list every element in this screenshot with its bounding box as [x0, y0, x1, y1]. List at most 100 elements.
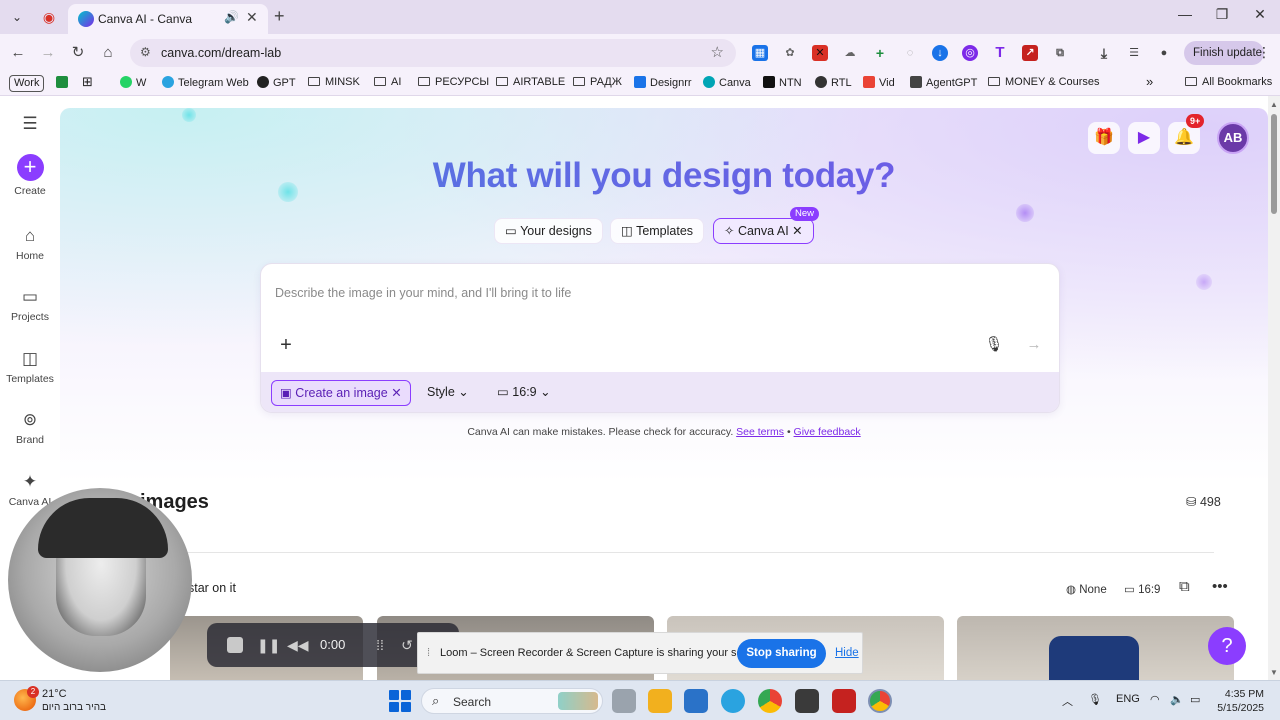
help-button[interactable]: ?: [1208, 627, 1246, 665]
sidebar-item-home[interactable]: ⌂ Home: [0, 226, 60, 262]
url-text[interactable]: canva.com/dream-lab: [161, 46, 281, 60]
more-options-icon[interactable]: •••: [1212, 578, 1228, 595]
new-tab-icon[interactable]: +: [274, 6, 285, 27]
weather-temperature[interactable]: 21°C: [42, 688, 67, 700]
home-browser-icon[interactable]: ⌂: [98, 43, 118, 63]
prompt-input[interactable]: [275, 286, 975, 300]
bookmark-ntn[interactable]: NTN: [763, 76, 802, 89]
close-chip-icon[interactable]: ✕: [391, 386, 401, 400]
extension-icon[interactable]: +: [872, 45, 888, 61]
page-scrollbar[interactable]: ▲ ▼: [1268, 96, 1280, 680]
menu-icon[interactable]: ☰: [0, 114, 60, 138]
close-window-icon[interactable]: ✕: [1245, 6, 1275, 23]
close-tab-icon[interactable]: ✕: [246, 9, 258, 26]
speaker-icon[interactable]: 🔊: [224, 10, 239, 24]
reload-icon[interactable]: ↻: [68, 43, 88, 63]
bookmark-w[interactable]: W: [120, 76, 146, 89]
gift-icon[interactable]: 🎁: [1088, 122, 1120, 154]
tab-templates[interactable]: ◫ Templates: [610, 218, 705, 244]
browser-menu-icon[interactable]: ⋮: [1257, 44, 1271, 61]
stop-recording-icon[interactable]: [227, 637, 243, 653]
drag-handle-icon[interactable]: ⁞: [427, 647, 430, 659]
address-bar[interactable]: ⚙ canva.com/dream-lab ☆: [130, 39, 736, 67]
telegram-icon[interactable]: [721, 689, 745, 713]
microphone-tray-icon[interactable]: 🎙: [1088, 693, 1102, 706]
taskbar-search[interactable]: ⌕ Search: [421, 688, 603, 714]
play-icon[interactable]: ▶: [1128, 122, 1160, 154]
aspect-ratio-dropdown[interactable]: ▭ 16:9 ⌄: [489, 380, 559, 406]
bookmark-telegram[interactable]: Telegram Web: [162, 76, 249, 89]
pause-icon[interactable]: ❚❚: [257, 635, 280, 655]
create-image-chip[interactable]: ▣ Create an image ✕: [271, 380, 411, 406]
extension-icon[interactable]: ✿: [782, 45, 798, 61]
microphone-icon[interactable]: 🎙: [979, 330, 1009, 360]
site-info-icon[interactable]: ⚙: [140, 45, 151, 59]
restart-icon[interactable]: ↺: [397, 635, 417, 655]
tab-search-list-icon[interactable]: ☰: [1126, 45, 1142, 61]
maximize-icon[interactable]: ❐: [1207, 6, 1237, 23]
tab-canva-ai[interactable]: ✧ Canva AI ✕: [713, 218, 814, 244]
copy-icon[interactable]: ⧉: [1179, 578, 1190, 595]
task-view-icon[interactable]: [612, 689, 636, 713]
bookmark-vid[interactable]: Vid: [863, 76, 895, 89]
app-icon[interactable]: [795, 689, 819, 713]
bookmark-work[interactable]: Work: [9, 75, 45, 92]
chrome-icon[interactable]: [758, 689, 782, 713]
windows-start-icon[interactable]: [389, 690, 411, 712]
system-clock[interactable]: 4:35 PM 5/15/2025: [1216, 687, 1264, 715]
scrollbar-thumb[interactable]: [1271, 114, 1277, 214]
extension-icon[interactable]: ▦: [752, 45, 768, 61]
bookmark-resources[interactable]: РЕСУРСЫ: [418, 76, 489, 88]
scroll-up-icon[interactable]: ▲: [1270, 100, 1278, 109]
add-attachment-icon[interactable]: +: [271, 330, 301, 360]
close-tab-icon[interactable]: ✕: [792, 224, 802, 238]
see-terms-link[interactable]: See terms: [736, 426, 784, 438]
minimize-icon[interactable]: —: [1170, 6, 1200, 22]
tray-overflow-icon[interactable]: ︿: [1062, 693, 1073, 709]
sidebar-item-create[interactable]: + Create: [0, 154, 60, 197]
file-explorer-icon[interactable]: [648, 689, 672, 713]
hide-link[interactable]: Hide: [835, 647, 859, 659]
wifi-icon[interactable]: ◠: [1150, 693, 1160, 706]
extension-icon[interactable]: T: [992, 45, 1008, 61]
photos-app-icon[interactable]: [684, 689, 708, 713]
pdf-app-icon[interactable]: [832, 689, 856, 713]
bookmark-designrr[interactable]: Designrr: [634, 76, 692, 89]
grid-icon[interactable]: ⁞⁞: [370, 635, 390, 655]
bookmark-canva[interactable]: Canva: [703, 76, 751, 89]
chrome-active-icon[interactable]: [868, 689, 892, 713]
extension-icon[interactable]: ◌: [902, 45, 918, 61]
bookmark-agentgpt[interactable]: AgentGPT: [910, 76, 977, 89]
bookmark-money-courses[interactable]: MONEY & Courses: [988, 76, 1100, 88]
send-arrow-icon[interactable]: →: [1019, 330, 1049, 360]
scroll-down-icon[interactable]: ▼: [1270, 668, 1278, 677]
give-feedback-link[interactable]: Give feedback: [794, 426, 861, 438]
tab-search-icon[interactable]: ⌄: [8, 8, 26, 26]
avatar[interactable]: AB: [1217, 122, 1249, 154]
bookmark-minsk[interactable]: MINSK: [308, 76, 360, 88]
back-icon[interactable]: ←: [8, 43, 28, 63]
bookmark-radzh[interactable]: РАДЖ: [573, 76, 622, 88]
downloads-icon[interactable]: ⤓: [1096, 45, 1112, 61]
bookmark-all[interactable]: All Bookmarks: [1185, 76, 1272, 88]
webcam-bubble[interactable]: [8, 488, 192, 672]
volume-icon[interactable]: 🔈: [1170, 693, 1184, 706]
extension-icon[interactable]: ✕: [812, 45, 828, 61]
bookmark-star-icon[interactable]: ☆: [711, 43, 724, 61]
extension-icon[interactable]: ☁: [842, 45, 858, 61]
profile-icon[interactable]: ●: [1156, 45, 1172, 61]
more-bookmarks-icon[interactable]: »: [1146, 74, 1153, 89]
bookmark-rtl[interactable]: RTL: [815, 76, 852, 89]
finish-update-button[interactable]: Finish update: [1184, 41, 1264, 65]
forward-icon[interactable]: →: [38, 43, 58, 63]
style-dropdown[interactable]: Style ⌄: [419, 380, 477, 406]
bookmark-airtable[interactable]: AIRTABLE: [496, 76, 565, 88]
rewind-icon[interactable]: ◀◀: [287, 635, 309, 655]
extension-icon[interactable]: ◎: [962, 45, 978, 61]
sidebar-item-brand[interactable]: ⊚ Brand: [0, 410, 60, 446]
input-language[interactable]: ENG: [1116, 693, 1140, 705]
generated-image-thumbnail[interactable]: [957, 616, 1234, 680]
tab-canva-ai[interactable]: Canva AI - Canva 🔊 ✕: [68, 4, 268, 34]
bookmark-gpt[interactable]: GPT: [257, 76, 296, 89]
sidebar-item-projects[interactable]: ▭ Projects: [0, 287, 60, 323]
